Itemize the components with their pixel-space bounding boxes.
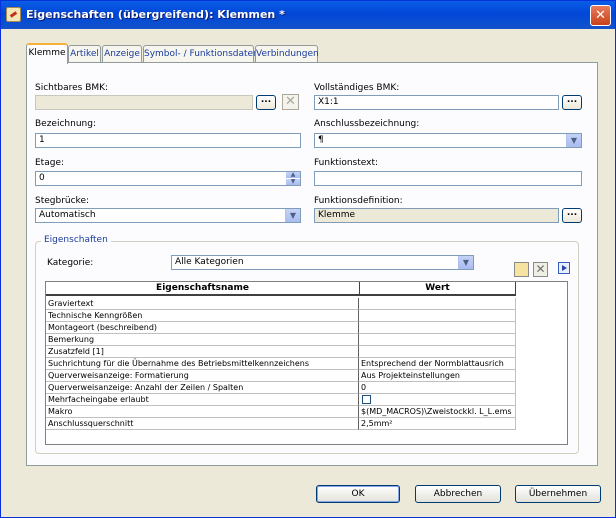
property-name-cell: Mehrfacheingabe erlaubt [46,394,359,406]
funktionstext-label: Funktionstext: [314,158,379,168]
category-select[interactable]: Alle Kategorien ▼ [171,255,474,270]
close-button[interactable]: ✕ [590,5,611,26]
apply-button[interactable]: Übernehmen [515,485,601,503]
table-row[interactable]: Zusatzfeld [1] [46,346,516,358]
tab-symbol-funktionsdaten[interactable]: Symbol- / Funktionsdaten [143,45,259,63]
property-name-cell: Querverweisanzeige: Formatierung [46,370,359,382]
funktionsdefinition-label: Funktionsdefinition: [314,196,403,206]
vollstaendiges-bmk-field[interactable]: X1:1 [314,95,559,110]
property-name-cell: Montageort (beschreibend) [46,322,359,334]
property-name-cell: Technische Kenngrößen [46,310,359,322]
property-value-cell[interactable] [359,310,516,322]
bezeichnung-label: Bezeichnung: [35,119,96,129]
property-value-cell[interactable] [359,346,516,358]
property-value-cell[interactable]: $(MD_MACROS)\Zweistockkl. L_L.ems [359,406,516,418]
app-icon [6,7,21,22]
table-row[interactable]: Mehrfacheingabe erlaubt [46,394,516,406]
property-name-cell: Makro [46,406,359,418]
property-name-cell: Querverweisanzeige: Anzahl der Zeilen / … [46,382,359,394]
properties-dialog: Eigenschaften (übergreifend): Klemmen * … [0,0,616,518]
bezeichnung-field[interactable]: 1 [35,133,301,148]
table-row[interactable]: Makro $(MD_MACROS)\Zweistockkl. L_L.ems [46,406,516,418]
property-value-cell[interactable]: 0 [359,382,516,394]
property-value-cell[interactable]: 2,5mm² [359,418,516,430]
play-icon[interactable] [558,262,570,274]
funktionsdefinition-field: Klemme [314,208,559,223]
stegbruecke-value: Automatisch [39,210,96,220]
table-row[interactable]: Querverweisanzeige: Formatierung Aus Proj… [46,370,516,382]
property-value-cell[interactable] [359,298,516,310]
category-value: Alle Kategorien [175,257,244,267]
spin-down-icon[interactable]: ▼ [286,179,300,185]
column-header-value[interactable]: Wert [360,282,516,296]
delete-property-icon[interactable]: ✕ [533,262,548,277]
ok-button[interactable]: OK [316,485,400,503]
new-property-icon[interactable] [514,262,529,277]
property-name-cell: Graviertext [46,298,359,310]
property-name-cell: Zusatzfeld [1] [46,346,359,358]
property-value-cell[interactable]: Aus Projekteinstellungen [359,370,516,382]
sichtbares-bmk-field[interactable] [35,95,253,110]
tab-artikel[interactable]: Artikel [68,45,101,63]
chevron-down-icon[interactable]: ▼ [285,209,300,222]
funktionsdefinition-browse-button[interactable]: ... [562,208,582,223]
chevron-down-icon[interactable]: ▼ [458,256,473,269]
table-row[interactable]: Graviertext [46,298,516,310]
sichtbares-bmk-label: Sichtbares BMK: [35,83,109,93]
anschlussbezeichnung-select[interactable]: ¶ ▼ [314,133,582,148]
vollstaendiges-bmk-browse-button[interactable]: ... [562,95,582,110]
anschlussbezeichnung-value: ¶ [318,135,324,145]
chevron-down-icon[interactable]: ▼ [566,134,581,147]
property-value-cell[interactable] [359,322,516,334]
property-name-cell: Suchrichtung für die Übernahme des Betri… [46,358,359,370]
table-row[interactable]: Bemerkung [46,334,516,346]
table-row[interactable]: Technische Kenngrößen [46,310,516,322]
vollstaendiges-bmk-label: Vollständiges BMK: [314,83,400,93]
tab-verbindungen[interactable]: Verbindungen [255,45,319,63]
table-row[interactable]: Anschlussquerschnitt 2,5mm² [46,418,516,430]
column-header-name[interactable]: Eigenschaftsname [46,282,360,296]
tab-anzeige[interactable]: Anzeige [102,45,142,63]
table-row[interactable]: Montageort (beschreibend) [46,322,516,334]
stegbruecke-select[interactable]: Automatisch ▼ [35,208,301,223]
properties-table: Eigenschaftsname Wert Graviertext Technis… [45,281,568,445]
property-name-cell: Bemerkung [46,334,359,346]
checkbox[interactable] [362,395,371,404]
sichtbares-bmk-browse-button[interactable]: ... [256,95,276,110]
window-title: Eigenschaften (übergreifend): Klemmen * [26,8,285,21]
funktionstext-field[interactable] [314,171,582,186]
clear-icon[interactable]: ✕ [282,94,299,110]
cancel-button[interactable]: Abbrechen [415,485,501,503]
properties-group-title: Eigenschaften [41,235,111,245]
property-value-cell[interactable] [359,394,516,406]
category-label: Kategorie: [47,258,94,268]
etage-label: Etage: [35,158,65,168]
property-value-cell[interactable] [359,334,516,346]
property-value-cell[interactable]: Entsprechend der Normblattausrich [359,358,516,370]
property-name-cell: Anschlussquerschnitt [46,418,359,430]
stegbruecke-label: Stegbrücke: [35,196,90,206]
etage-value: 0 [39,173,45,183]
etage-stepper[interactable]: 0 ▲ ▼ [35,171,301,186]
tab-klemme[interactable]: Klemme [26,43,68,64]
anschlussbezeichnung-label: Anschlussbezeichnung: [314,119,420,129]
title-bar[interactable]: Eigenschaften (übergreifend): Klemmen * … [1,1,615,29]
table-row[interactable]: Suchrichtung für die Übernahme des Betri… [46,358,516,370]
table-row[interactable]: Querverweisanzeige: Anzahl der Zeilen / … [46,382,516,394]
